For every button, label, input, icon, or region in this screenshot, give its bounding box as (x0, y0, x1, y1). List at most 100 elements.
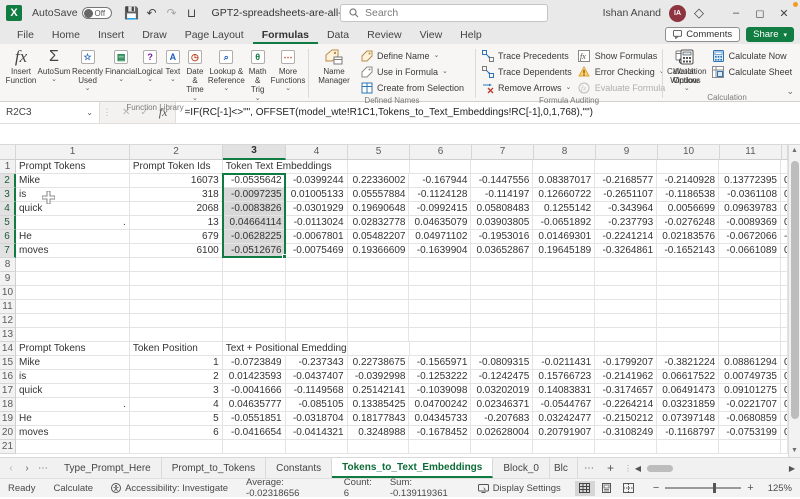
cell-R7C4[interactable]: -0.0075469 (286, 244, 348, 258)
autosave-toggle[interactable]: Off (82, 7, 112, 19)
cell-R18C6[interactable]: 0.04700242 (409, 398, 471, 412)
cell-R1C9[interactable] (595, 160, 657, 174)
row-header-16[interactable]: 16 (0, 370, 16, 384)
cell-R7C5[interactable]: 0.19366609 (348, 244, 410, 258)
scroll-right-icon[interactable]: ▶ (787, 464, 797, 473)
cell-R16C9[interactable]: -0.2141962 (595, 370, 657, 384)
cell-R12C1[interactable] (16, 314, 130, 328)
cell-R6C7[interactable]: -0.1953016 (471, 230, 533, 244)
ribbon-tab-formulas[interactable]: Formulas (253, 27, 318, 44)
cell-R17C8[interactable]: 0.14083831 (533, 384, 595, 398)
status-calculate[interactable]: Calculate (53, 483, 93, 494)
cell-R8C6[interactable] (409, 258, 471, 272)
ribbon-tab-data[interactable]: Data (318, 27, 358, 44)
cell-R9C4[interactable] (286, 272, 348, 286)
column-header-3[interactable]: 3 (223, 145, 286, 160)
row-header-21[interactable]: 21 (0, 440, 16, 454)
cell-R20C7[interactable]: 0.02628004 (471, 426, 533, 440)
cell-R16C8[interactable]: 0.15766723 (533, 370, 595, 384)
cell-R15C3[interactable]: -0.0723849 (223, 356, 286, 370)
gem-icon[interactable]: ◇ (694, 5, 704, 21)
cell-R14C5[interactable] (348, 342, 410, 356)
excel-app-icon[interactable]: X (6, 5, 22, 21)
financial-button[interactable]: ▤Financial⌄ (105, 46, 137, 83)
cell-R12C8[interactable] (533, 314, 595, 328)
cell-R8C8[interactable] (533, 258, 595, 272)
cell-R5C8[interactable]: -0.0651892 (533, 216, 595, 230)
column-header-4[interactable]: 4 (286, 145, 348, 160)
cell-R12C12[interactable] (781, 314, 788, 328)
define-name-button[interactable]: Define Name⌄ (357, 48, 467, 63)
calculate-sheet-button[interactable]: Calculate Sheet (709, 64, 796, 79)
cell-R19C11[interactable]: -0.0680859 (719, 412, 781, 426)
cell-R14C12[interactable] (781, 342, 788, 356)
cell-R12C7[interactable] (471, 314, 533, 328)
autosum-button[interactable]: ΣAutoSum⌄ (38, 46, 70, 83)
cell-R9C8[interactable] (533, 272, 595, 286)
cell-R3C5[interactable]: 0.05557884 (348, 188, 410, 202)
cell-R2C1[interactable]: Mike (16, 174, 130, 188)
cell-R2C11[interactable]: 0.13772395 (719, 174, 781, 188)
row-header-3[interactable]: 3 (0, 188, 16, 202)
restore-button[interactable]: ◻ (748, 7, 772, 20)
cell-R17C5[interactable]: 0.25142141 (348, 384, 410, 398)
cell-R16C12[interactable]: 0.0 (781, 370, 788, 384)
cell-R11C9[interactable] (595, 300, 657, 314)
cell-R16C6[interactable]: -0.1253222 (409, 370, 471, 384)
cell-R8C12[interactable] (781, 258, 788, 272)
cell-R14C6[interactable] (410, 342, 472, 356)
ribbon-tab-page-layout[interactable]: Page Layout (176, 27, 253, 44)
cell-R10C7[interactable] (471, 286, 533, 300)
cell-R15C9[interactable]: -0.1799207 (595, 356, 657, 370)
ribbon-tab-review[interactable]: Review (358, 27, 410, 44)
cell-R7C8[interactable]: 0.19645189 (533, 244, 595, 258)
cell-R10C1[interactable] (16, 286, 130, 300)
cell-R20C10[interactable]: -0.1168797 (657, 426, 719, 440)
row-header-5[interactable]: 5 (0, 216, 16, 230)
cell-R18C4[interactable]: -0.085105 (286, 398, 348, 412)
cell-R5C9[interactable]: -0.237793 (595, 216, 657, 230)
cell-R1C7[interactable] (471, 160, 533, 174)
cell-R10C8[interactable] (533, 286, 595, 300)
cell-R3C2[interactable]: 318 (130, 188, 223, 202)
column-header-10[interactable]: 10 (658, 145, 720, 160)
cell-R3C1[interactable]: is (16, 188, 130, 202)
create-from-selection-button[interactable]: Create from Selection (357, 80, 467, 95)
row-header-17[interactable]: 17 (0, 384, 16, 398)
cell-R11C5[interactable] (348, 300, 410, 314)
sheet-tab-constants[interactable]: Constants (266, 458, 332, 478)
cell-R16C7[interactable]: -0.1242475 (471, 370, 533, 384)
cell-R6C9[interactable]: -0.2241214 (595, 230, 657, 244)
cell-R4C4[interactable]: -0.0301929 (286, 202, 348, 216)
cell-R11C6[interactable] (409, 300, 471, 314)
cell-R13C11[interactable] (719, 328, 781, 342)
row-header-8[interactable]: 8 (0, 258, 16, 272)
math-trig-button[interactable]: θMath & Trig⌄ (245, 46, 270, 102)
cell-R3C11[interactable]: -0.0361108 (719, 188, 781, 202)
ribbon-tab-view[interactable]: View (411, 27, 452, 44)
cell-R14C1[interactable]: Prompt Tokens (16, 342, 130, 356)
cell-R10C5[interactable] (348, 286, 410, 300)
cell-R4C3[interactable]: -0.0083826 (223, 202, 286, 216)
ribbon-tab-help[interactable]: Help (451, 27, 491, 44)
more-functions-button[interactable]: ⋯More Functions⌄ (270, 46, 306, 92)
cell-R9C9[interactable] (595, 272, 657, 286)
evaluate-formula-button[interactable]: fx Evaluate Formula (575, 80, 669, 95)
cell-R6C10[interactable]: 0.02183576 (657, 230, 719, 244)
cell-R10C9[interactable] (595, 286, 657, 300)
sheet-tab-type_prompt_here[interactable]: Type_Prompt_Here (54, 458, 162, 478)
remove-arrows-button[interactable]: Remove Arrows⌄ (478, 80, 575, 95)
text-button[interactable]: AText⌄ (163, 46, 183, 83)
cell-R4C8[interactable]: 0.1255142 (533, 202, 595, 216)
cell-R15C8[interactable]: -0.0211431 (533, 356, 595, 370)
column-header-1[interactable]: 1 (16, 145, 130, 160)
quick-access-customize-icon[interactable]: ⊔ (182, 6, 202, 20)
column-header-2[interactable]: 2 (130, 145, 223, 160)
sheet-tab-prompt_to_tokens[interactable]: Prompt_to_Tokens (162, 458, 266, 478)
cell-R13C7[interactable] (471, 328, 533, 342)
cell-R3C4[interactable]: 0.01005133 (286, 188, 348, 202)
cell-R18C5[interactable]: 0.13385425 (348, 398, 410, 412)
cell-R21C5[interactable] (348, 440, 410, 454)
cell-R20C6[interactable]: -0.1678452 (409, 426, 471, 440)
cell-R1C8[interactable] (533, 160, 595, 174)
